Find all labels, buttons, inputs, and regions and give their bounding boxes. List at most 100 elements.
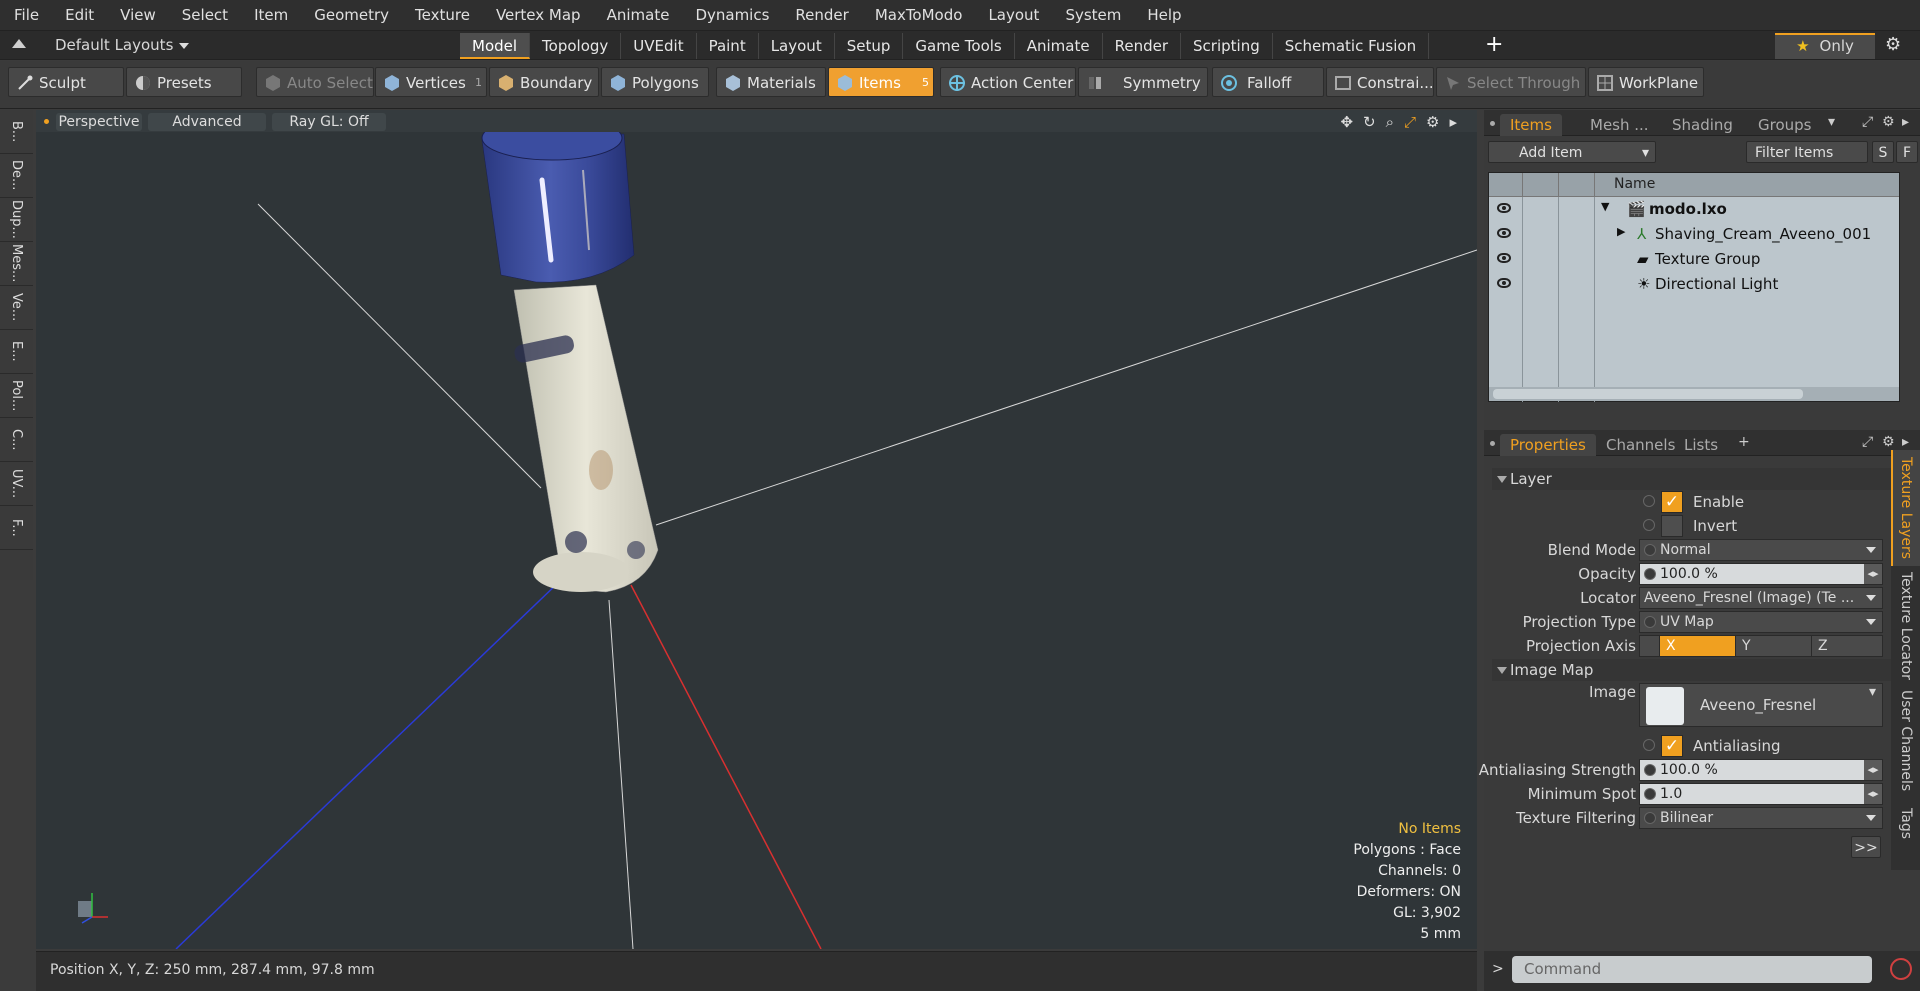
antialiasing-checkbox[interactable]: ✓ <box>1639 735 1683 757</box>
tab-setup[interactable]: Setup <box>835 33 904 59</box>
locator-column-icon[interactable] <box>1559 173 1595 197</box>
menu-dynamics[interactable]: Dynamics <box>682 6 782 24</box>
add-tab-plus-icon[interactable]: + <box>1485 32 1503 58</box>
more-button[interactable]: >> <box>1851 836 1881 858</box>
tab-shading[interactable]: Shading <box>1662 114 1743 136</box>
item-row-texture-group[interactable]: ▰ Texture Group <box>1489 247 1899 272</box>
left-tab-curve[interactable]: C... <box>0 418 33 462</box>
ray-gl-button[interactable]: Ray GL: Off <box>272 113 386 131</box>
eye-icon[interactable] <box>1497 278 1511 288</box>
command-input[interactable]: Command <box>1512 956 1872 983</box>
left-tab-vertex[interactable]: Ve... <box>0 286 33 330</box>
left-tab-fusion[interactable]: F... <box>0 506 33 550</box>
tab-texture-locator[interactable]: Texture Locator <box>1891 568 1920 684</box>
left-tab-polygon[interactable]: Pol... <box>0 374 33 418</box>
polygons-button[interactable]: Polygons <box>601 67 709 97</box>
auto-select-button[interactable]: Auto Select <box>256 67 374 97</box>
rotate-view-icon[interactable]: ↻ <box>1363 113 1376 131</box>
zoom-view-icon[interactable]: ⌕ <box>1386 113 1394 131</box>
panel-gear-icon[interactable]: ⚙ <box>1882 434 1895 450</box>
3d-viewport[interactable]: Perspective Advanced Ray GL: Off ✥ ↻ ⌕ ⤢… <box>36 110 1477 949</box>
shaving-cream-can-model[interactable] <box>481 115 659 593</box>
expand-arrow-icon[interactable]: ▶ <box>1617 225 1625 238</box>
filter-items-input[interactable]: Filter Items <box>1746 141 1868 163</box>
panel-gear-icon[interactable]: ⚙ <box>1882 114 1895 130</box>
item-row-modo-lxo[interactable]: ▼ 🎬 modo.lxo <box>1489 197 1899 222</box>
item-row-shaving-cream[interactable]: ▶ ⅄ Shaving_Cream_Aveeno_001 <box>1489 222 1899 247</box>
tab-texture-layers[interactable]: Texture Layers <box>1891 450 1920 566</box>
min-spot-field[interactable]: 1.0 ◂▸ <box>1639 783 1883 805</box>
tab-render[interactable]: Render <box>1103 33 1182 59</box>
left-tab-mesh-edit[interactable]: Mes... <box>0 242 33 286</box>
layer-section-header[interactable]: Layer <box>1492 468 1896 490</box>
visibility-column-eye-icon[interactable] <box>1489 173 1523 197</box>
presets-button[interactable]: Presets <box>126 67 242 97</box>
enable-checkbox[interactable]: ✓ <box>1639 491 1683 513</box>
only-button[interactable]: ★ Only <box>1775 33 1875 59</box>
maximize-icon[interactable]: ⤢ <box>1862 434 1873 450</box>
s-button[interactable]: S <box>1872 141 1894 163</box>
tab-game-tools[interactable]: Game Tools <box>903 33 1015 59</box>
eye-icon[interactable] <box>1497 253 1511 263</box>
menu-vertex-map[interactable]: Vertex Map <box>483 6 594 24</box>
menu-view[interactable]: View <box>107 6 169 24</box>
image-map-section-header[interactable]: Image Map <box>1492 659 1896 681</box>
gear-icon[interactable]: ⚙ <box>1885 34 1901 55</box>
axis-x-option[interactable]: X <box>1660 636 1736 656</box>
menu-system[interactable]: System <box>1052 6 1134 24</box>
menu-file[interactable]: File <box>0 6 52 24</box>
record-macro-icon[interactable] <box>1890 958 1912 980</box>
tab-tags[interactable]: Tags <box>1891 798 1920 848</box>
menu-edit[interactable]: Edit <box>52 6 107 24</box>
falloff-button[interactable]: Falloff <box>1212 67 1324 97</box>
tab-scripting[interactable]: Scripting <box>1181 33 1273 59</box>
add-item-button[interactable]: Add Item ▾ <box>1488 141 1656 163</box>
menu-layout[interactable]: Layout <box>975 6 1052 24</box>
item-list-scrollbar[interactable] <box>1489 387 1899 401</box>
locator-dropdown[interactable]: Aveeno_Fresnel (Image) (Te ... <box>1639 587 1883 609</box>
viewport-expand-icon[interactable]: ▸ <box>1449 113 1457 131</box>
menu-help[interactable]: Help <box>1134 6 1194 24</box>
panel-dot[interactable] <box>1490 441 1495 446</box>
slider-arrows-icon[interactable]: ◂▸ <box>1864 760 1882 780</box>
default-layouts-dropdown[interactable]: Default Layouts <box>55 36 189 54</box>
left-tab-uv[interactable]: UV... <box>0 462 33 506</box>
menu-texture[interactable]: Texture <box>402 6 483 24</box>
panel-dot[interactable] <box>1490 121 1495 126</box>
left-tab-duplicate[interactable]: Dup... <box>0 198 33 242</box>
menu-animate[interactable]: Animate <box>594 6 683 24</box>
image-selector[interactable]: Aveeno_Fresnel ▾ <box>1639 683 1883 727</box>
f-button[interactable]: F <box>1896 141 1918 163</box>
tab-mesh[interactable]: Mesh ... <box>1580 114 1659 136</box>
tab-items[interactable]: Items <box>1500 114 1562 136</box>
menu-maxtomodo[interactable]: MaxToModo <box>862 6 976 24</box>
menu-item[interactable]: Item <box>241 6 301 24</box>
select-through-button[interactable]: Select Through <box>1436 67 1586 97</box>
tab-properties[interactable]: Properties <box>1500 434 1596 456</box>
expand-arrow-icon[interactable]: ▼ <box>1601 200 1609 213</box>
constraints-button[interactable]: Constrai... <box>1326 67 1434 97</box>
menu-render[interactable]: Render <box>782 6 861 24</box>
texture-filtering-dropdown[interactable]: Bilinear <box>1639 807 1883 829</box>
maximize-icon[interactable]: ⤢ <box>1862 114 1873 130</box>
scrollbar-thumb[interactable] <box>1493 389 1803 399</box>
tab-uvedit[interactable]: UVEdit <box>621 33 697 59</box>
left-tab-deform[interactable]: De... <box>0 154 33 198</box>
slider-arrows-icon[interactable]: ◂▸ <box>1864 784 1882 804</box>
add-tab-plus-icon[interactable]: + <box>1738 434 1750 450</box>
collapse-up-icon[interactable] <box>12 39 26 48</box>
viewport-menu-dot[interactable] <box>44 119 49 124</box>
item-row-directional-light[interactable]: ☀ Directional Light <box>1489 272 1899 297</box>
left-tab-basic[interactable]: B... <box>0 110 33 154</box>
axis-y-option[interactable]: Y <box>1736 636 1812 656</box>
panel-menu-icon[interactable]: ▸ <box>1902 434 1909 450</box>
items-button[interactable]: Items 5 <box>828 67 934 97</box>
tab-animate[interactable]: Animate <box>1015 33 1103 59</box>
name-column-header[interactable]: Name <box>1614 176 1655 192</box>
tabs-dropdown-icon[interactable]: ▾ <box>1828 114 1835 130</box>
opacity-field[interactable]: 100.0 % ◂▸ <box>1639 563 1883 585</box>
tab-lists[interactable]: Lists <box>1674 434 1728 456</box>
tab-groups[interactable]: Groups <box>1748 114 1821 136</box>
axis-z-option[interactable]: Z <box>1812 636 1882 656</box>
panel-menu-icon[interactable]: ▸ <box>1902 114 1909 130</box>
